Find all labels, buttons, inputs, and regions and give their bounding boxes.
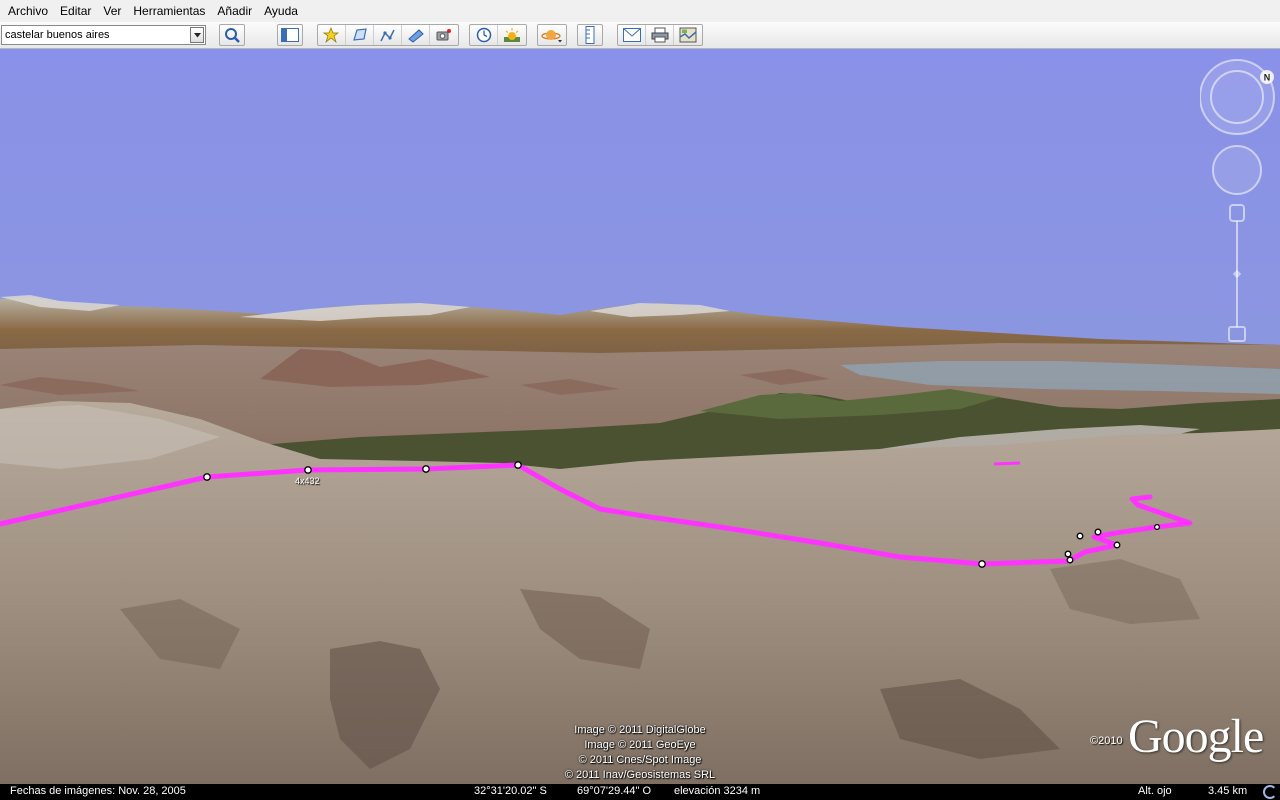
zoom-slider[interactable] [1228,204,1246,342]
imagery-attribution: Image © 2011 DigitalGlobe Image © 2011 G… [540,723,740,783]
view-in-maps-button[interactable] [674,25,702,45]
waypoint[interactable] [1066,556,1074,564]
waypoint[interactable] [1094,528,1102,536]
menu-ver[interactable]: Ver [97,0,127,22]
sunlight-icon [504,28,520,42]
toolbar [0,22,1280,49]
ruler-button[interactable] [577,24,603,46]
elevation: elevación 3234 m [674,785,761,797]
north-label: N [1264,73,1271,83]
email-icon [622,28,641,42]
waypoint[interactable] [978,560,986,568]
waypoint[interactable] [1064,550,1072,558]
chevron-down-icon [193,32,201,37]
map-viewport[interactable]: 4x432 N Image © 2011 DigitalGlobe Image … [0,49,1280,784]
switch-planet-button[interactable] [537,24,567,46]
add-tools-group [317,24,459,46]
history-icon [476,27,491,43]
attribution-line: Image © 2011 DigitalGlobe [574,724,706,736]
waypoint[interactable] [514,461,522,469]
email-button[interactable] [618,25,646,45]
waypoint[interactable] [1153,523,1161,531]
menu-herramientas[interactable]: Herramientas [127,0,211,22]
add-image-overlay-button[interactable] [402,25,430,45]
record-tour-button[interactable] [430,25,458,45]
menu-editar[interactable]: Editar [54,0,97,22]
search-history-dropdown[interactable] [190,27,204,43]
search-box [1,25,206,45]
share-tools-group [617,24,703,46]
add-placemark-button[interactable] [318,25,346,45]
waypoint[interactable] [422,465,430,473]
navigation-controls: N [1200,59,1275,342]
longitude: 69°07'29.44" O [577,785,652,797]
attribution-line: © 2011 Cnes/Spot Image [578,754,702,766]
overlay-icon [407,29,424,43]
sidebar-toggle-button[interactable] [277,24,303,46]
google-logo: Google [1128,710,1264,763]
polygon-icon [352,28,367,41]
terrain-scene [0,49,1280,784]
waypoint[interactable] [1113,541,1121,549]
latitude: 32°31'20.02" S [474,785,547,797]
historical-imagery-button[interactable] [470,25,498,45]
eye-alt-label: Alt. ojo [1138,785,1172,797]
view-tools-group [469,24,527,46]
search-icon [225,28,240,43]
placemark-icon [322,27,339,43]
search-input[interactable] [2,26,190,44]
search-button[interactable] [219,24,245,46]
copyright-year: ©2010 [1090,735,1123,747]
waypoint[interactable] [304,466,312,474]
attribution-line: Image © 2011 GeoEye [584,739,696,751]
attribution-line: © 2011 Inav/Geosistemas SRL [564,769,716,781]
menu-anadir[interactable]: Añadir [211,0,258,22]
compass-north-icon[interactable]: N [1260,70,1274,84]
print-button[interactable] [646,25,674,45]
status-bar: Fechas de imágenes: Nov. 28, 2005 32°31'… [0,784,1280,800]
menu-bar: Archivo Editar Ver Herramientas Añadir A… [0,0,1280,22]
waypoint[interactable] [1076,532,1084,540]
ruler-icon [585,26,595,44]
path-icon [379,29,395,42]
add-path-button[interactable] [374,25,402,45]
imagery-date: Fechas de imágenes: Nov. 28, 2005 [10,785,186,797]
waypoint-label: 4x432 [295,476,320,486]
gps-track-segment [993,461,1021,466]
move-joystick[interactable] [1212,145,1262,195]
sidebar-icon [281,28,299,42]
look-joystick[interactable] [1200,59,1275,135]
sunlight-button[interactable] [498,25,526,45]
tour-icon [436,29,451,41]
waypoint[interactable] [203,473,211,481]
planet-icon [541,30,562,43]
eye-alt-value: 3.45 km [1208,785,1248,797]
menu-ayuda[interactable]: Ayuda [258,0,304,22]
add-polygon-button[interactable] [346,25,374,45]
streaming-progress-icon [1263,785,1277,799]
print-icon [651,27,668,43]
menu-archivo[interactable]: Archivo [2,0,54,22]
map-icon [679,27,697,43]
